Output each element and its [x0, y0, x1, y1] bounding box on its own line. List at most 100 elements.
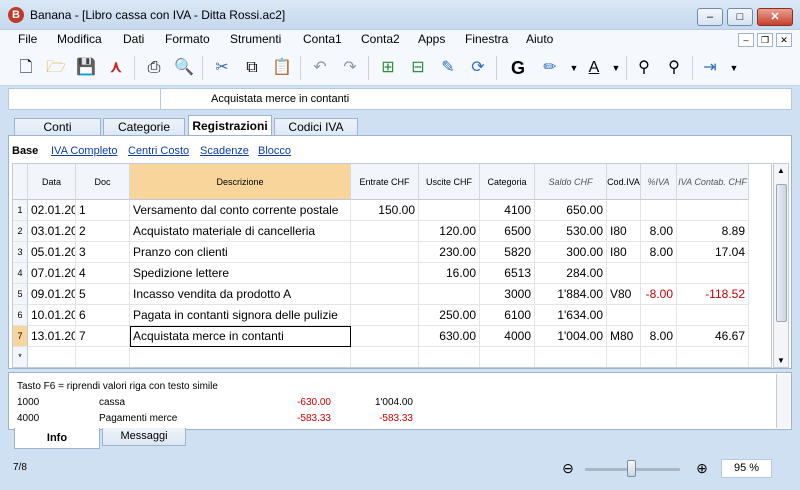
paste-icon[interactable]: 📋 — [270, 56, 294, 80]
cell-doc[interactable] — [76, 347, 130, 367]
column-header-descrizione[interactable]: Descrizione — [130, 164, 351, 200]
scroll-up-icon[interactable]: ▲ — [777, 166, 785, 175]
cell-perc-iva[interactable]: 8.00 — [641, 242, 677, 263]
cell-perc-iva[interactable] — [641, 200, 677, 221]
cell-data[interactable]: 05.01.2020 — [28, 242, 76, 263]
menu-apps[interactable]: Apps — [418, 32, 445, 46]
cell-entrate[interactable] — [351, 284, 419, 305]
cell-categoria[interactable]: 5820 — [480, 242, 535, 263]
find-next-icon[interactable]: ⚲ — [662, 56, 686, 80]
print-icon[interactable]: ⎙ — [142, 56, 166, 80]
cell-uscite[interactable] — [419, 284, 480, 305]
cell-uscite[interactable]: 16.00 — [419, 263, 480, 284]
row-number[interactable]: 3 — [13, 242, 28, 263]
cell-cod-iva[interactable]: I80 — [607, 242, 641, 263]
info-scrollbar[interactable] — [776, 374, 790, 428]
column-header-doc[interactable]: Doc — [76, 164, 130, 200]
cell-descrizione[interactable]: Acquistata merce in contanti — [130, 326, 351, 347]
cell-uscite[interactable]: 630.00 — [419, 326, 480, 347]
cell-doc[interactable]: 2 — [76, 221, 130, 242]
cell-saldo[interactable]: 650.00 — [535, 200, 607, 221]
cell-saldo[interactable]: 1'004.00 — [535, 326, 607, 347]
copy-icon[interactable]: ⧉ — [240, 56, 264, 80]
grid-corner[interactable] — [13, 164, 28, 200]
tab-categorie[interactable]: Categorie — [103, 118, 185, 136]
row-number[interactable]: 5 — [13, 284, 28, 305]
cell-descrizione[interactable]: Pagata in contanti signora delle pulizie — [130, 305, 351, 326]
menu-strumenti[interactable]: Strumenti — [230, 32, 281, 46]
cell-doc[interactable]: 7 — [76, 326, 130, 347]
find-icon[interactable]: ⚲ — [632, 56, 656, 80]
cell-entrate[interactable] — [351, 263, 419, 284]
font-color-dropdown-icon[interactable]: ▼ — [604, 56, 628, 80]
cell-entrate[interactable] — [351, 326, 419, 347]
cell-descrizione[interactable]: Acquistato materiale di cancelleria — [130, 221, 351, 242]
cell-categoria[interactable]: 6513 — [480, 263, 535, 284]
cell-iva-contab[interactable]: 17.04 — [677, 242, 749, 263]
view-iva-completo[interactable]: IVA Completo — [51, 145, 117, 157]
cell-data[interactable]: 13.01.2020 — [28, 326, 76, 347]
cell-categoria[interactable] — [480, 347, 535, 367]
row-number[interactable]: * — [13, 347, 28, 367]
cell-data[interactable]: 09.01.2020 — [28, 284, 76, 305]
cell-doc[interactable]: 5 — [76, 284, 130, 305]
print-preview-icon[interactable]: 🔍 — [172, 56, 196, 80]
cell-perc-iva[interactable]: -8.00 — [641, 284, 677, 305]
cell-cod-iva[interactable]: I80 — [607, 221, 641, 242]
goto-icon[interactable]: ⇥ — [698, 56, 722, 80]
menu-file[interactable]: File — [18, 32, 37, 46]
zoom-slider-thumb[interactable] — [627, 460, 636, 477]
add-row-icon[interactable]: ⊞ — [376, 56, 400, 80]
cell-saldo[interactable] — [535, 347, 607, 367]
cell-entrate[interactable] — [351, 347, 419, 367]
cell-doc[interactable]: 1 — [76, 200, 130, 221]
column-header-entrate[interactable]: Entrate CHF — [351, 164, 419, 200]
cell-doc[interactable]: 4 — [76, 263, 130, 284]
cell-entrate[interactable] — [351, 221, 419, 242]
cell-descrizione[interactable]: Pranzo con clienti — [130, 242, 351, 263]
scroll-down-icon[interactable]: ▼ — [777, 356, 785, 365]
cell-descrizione[interactable] — [130, 347, 351, 367]
cell-cod-iva[interactable] — [607, 347, 641, 367]
cell-saldo[interactable]: 530.00 — [535, 221, 607, 242]
column-header-iva-contab[interactable]: IVA Contab. CHF — [677, 164, 749, 200]
row-number[interactable]: 7 — [13, 326, 28, 347]
cell-entrate[interactable]: 150.00 — [351, 200, 419, 221]
cell-uscite[interactable]: 250.00 — [419, 305, 480, 326]
cell-data[interactable]: 10.01.2020 — [28, 305, 76, 326]
bold-icon[interactable]: G — [506, 56, 530, 80]
cell-categoria[interactable]: 3000 — [480, 284, 535, 305]
cell-categoria[interactable]: 4100 — [480, 200, 535, 221]
tab-registrazioni[interactable]: Registrazioni — [188, 115, 272, 137]
cell-uscite[interactable]: 120.00 — [419, 221, 480, 242]
cell-iva-contab[interactable] — [677, 200, 749, 221]
tab-codici-iva[interactable]: Codici IVA — [274, 118, 358, 136]
column-header-uscite[interactable]: Uscite CHF — [419, 164, 480, 200]
cell-categoria[interactable]: 6100 — [480, 305, 535, 326]
view-blocco[interactable]: Blocco — [258, 145, 291, 157]
cell-saldo[interactable]: 284.00 — [535, 263, 607, 284]
menu-conta2[interactable]: Conta2 — [361, 32, 400, 46]
cell-perc-iva[interactable] — [641, 347, 677, 367]
cell-cod-iva[interactable]: V80 — [607, 284, 641, 305]
row-number[interactable]: 1 — [13, 200, 28, 221]
recheck-icon[interactable]: ⟳ — [466, 56, 490, 80]
cell-categoria[interactable]: 4000 — [480, 326, 535, 347]
cell-perc-iva[interactable]: 8.00 — [641, 326, 677, 347]
edit-row-icon[interactable]: ✎ — [436, 56, 460, 80]
cell-entrate[interactable] — [351, 242, 419, 263]
cell-perc-iva[interactable] — [641, 263, 677, 284]
cell-iva-contab[interactable]: -118.52 — [677, 284, 749, 305]
mdi-restore-button[interactable]: ❐ — [757, 33, 773, 47]
font-color-icon[interactable]: A — [582, 56, 606, 80]
save-icon[interactable]: 💾 — [74, 56, 98, 80]
cell-data[interactable]: 07.01.2020 — [28, 263, 76, 284]
menu-conta1[interactable]: Conta1 — [303, 32, 342, 46]
cell-data[interactable] — [28, 347, 76, 367]
banana-app-icon[interactable]: B — [8, 7, 24, 23]
zoom-out-icon[interactable]: ⊖ — [560, 460, 576, 476]
cell-iva-contab[interactable] — [677, 305, 749, 326]
view-scadenze[interactable]: Scadenze — [200, 145, 249, 157]
zoom-in-icon[interactable]: ⊕ — [694, 460, 710, 476]
cell-descrizione[interactable]: Incasso vendita da prodotto A — [130, 284, 351, 305]
